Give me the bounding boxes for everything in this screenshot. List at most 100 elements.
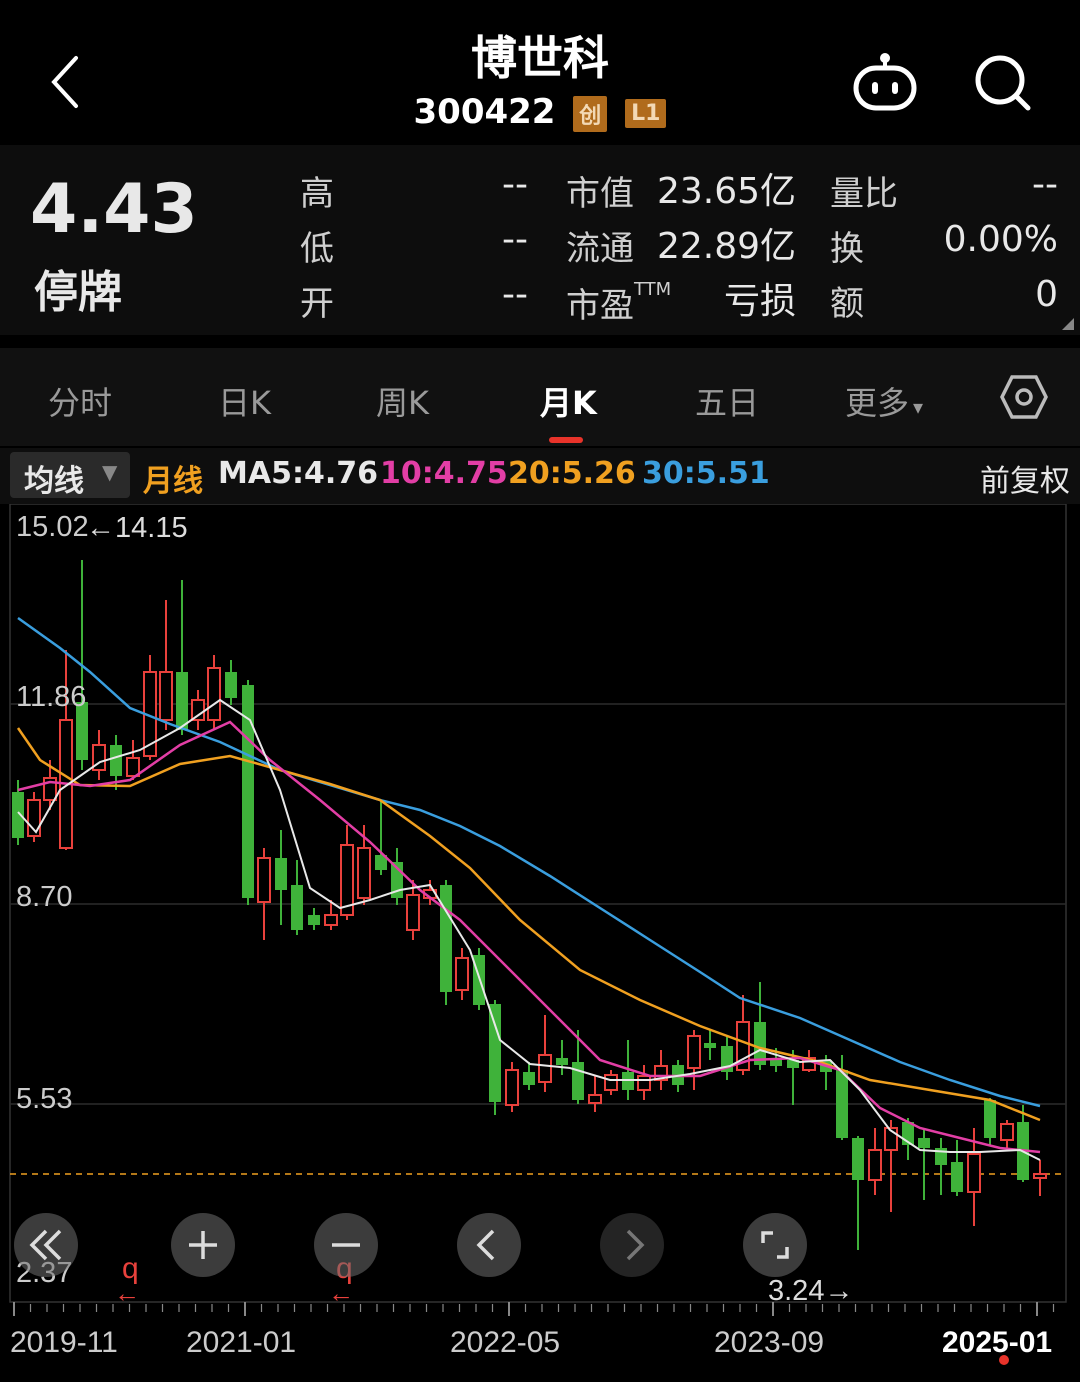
- ma20-value: 20:5.26: [508, 456, 636, 491]
- ma30-value: 30:5.51: [642, 456, 770, 491]
- candle-up: [455, 957, 469, 991]
- rewind-button[interactable]: [14, 1213, 78, 1277]
- kline-chart[interactable]: 15.02 ←14.15 11.86 8.70 5.53 2.37 3.24→ …: [0, 504, 1080, 1382]
- candle-up: [406, 894, 420, 931]
- svg-text:←: ←: [114, 1278, 140, 1308]
- last-price: 4.43: [30, 170, 198, 249]
- indicator-dropdown[interactable]: 均线 ▼: [10, 452, 130, 499]
- amount-value: 0: [1035, 274, 1058, 315]
- candle-up: [159, 671, 173, 721]
- y-tick-label: 15.02: [16, 511, 89, 543]
- candle-down: [852, 1138, 864, 1180]
- period-tabs: 分时 日K 周K 月K 五日 更多 ▾: [0, 348, 1080, 446]
- candle-down: [836, 1070, 848, 1138]
- turnover-label: 换: [830, 229, 864, 269]
- tab-weekly-k[interactable]: 周K: [376, 378, 429, 424]
- zoom-in-button[interactable]: [171, 1213, 235, 1277]
- candle-down: [523, 1072, 535, 1085]
- candle-up: [505, 1069, 519, 1106]
- pe-value: 亏损: [723, 281, 796, 322]
- chart-frame: [9, 504, 1067, 1303]
- candle-down: [556, 1058, 568, 1065]
- assistant-robot-icon[interactable]: [850, 52, 920, 112]
- candle-up: [191, 699, 205, 721]
- candle-down: [110, 745, 122, 776]
- candle-up: [538, 1054, 552, 1083]
- min-price-marker: 3.24→: [768, 1275, 853, 1307]
- float-cap-label: 流通: [566, 229, 634, 269]
- low-value: --: [502, 219, 528, 260]
- prev-button[interactable]: [457, 1213, 521, 1277]
- market-cap-label: 市值: [566, 174, 634, 214]
- candle-down: [176, 672, 188, 730]
- x-tick-label: 2022-05: [450, 1326, 560, 1359]
- x-axis-ticks: [13, 1302, 1055, 1316]
- open-label: 开: [300, 284, 334, 324]
- period-label: 月线: [143, 464, 203, 499]
- candle-up: [1000, 1123, 1014, 1141]
- candle-down: [951, 1162, 963, 1192]
- max-price-marker: ←14.15: [86, 512, 188, 544]
- board-tag: 创: [573, 95, 608, 132]
- candle-up: [324, 914, 338, 926]
- svg-text:←: ←: [328, 1278, 354, 1308]
- candle-down: [12, 792, 24, 838]
- candle-up: [207, 667, 221, 721]
- indicator-dropdown-label: 均线: [24, 464, 84, 499]
- fullscreen-button[interactable]: [743, 1213, 807, 1277]
- tab-monthly-k[interactable]: 月K: [540, 378, 597, 424]
- open-value: --: [502, 274, 528, 315]
- volume-ratio-label: 量比: [830, 174, 898, 214]
- x-tick-label-current: 2025-01: [942, 1326, 1052, 1359]
- y-tick-label: 8.70: [16, 881, 72, 913]
- candle-down: [275, 858, 287, 890]
- low-label: 低: [300, 229, 334, 269]
- settings-icon[interactable]: [1000, 374, 1048, 424]
- tab-more[interactable]: 更多 ▾: [845, 378, 923, 424]
- candle-up: [604, 1074, 618, 1091]
- volume-ratio-value: --: [1032, 164, 1058, 205]
- candle-down: [225, 672, 237, 698]
- rewind-icon: [29, 1229, 62, 1261]
- candle-down: [704, 1043, 716, 1048]
- ma20-line: [16, 727, 1041, 1122]
- zoom-out-button[interactable]: [314, 1213, 378, 1277]
- candle-down: [918, 1138, 930, 1148]
- high-value: --: [502, 164, 528, 205]
- candle-up: [1033, 1173, 1047, 1179]
- ma5-value: MA5:4.76: [218, 456, 378, 491]
- next-button[interactable]: [600, 1213, 664, 1277]
- tab-daily-k[interactable]: 日K: [218, 378, 271, 424]
- stock-code: 300422: [413, 92, 556, 132]
- candle-up: [588, 1094, 602, 1104]
- prev-icon: [476, 1229, 495, 1261]
- float-cap-value: 22.89亿: [656, 226, 796, 267]
- adjust-mode-button[interactable]: 前复权: [980, 456, 1070, 500]
- amount-label: 额: [830, 284, 864, 324]
- tab-intraday[interactable]: 分时: [48, 378, 112, 424]
- candle-up: [687, 1035, 701, 1069]
- candle-down: [489, 1004, 501, 1102]
- tab-five-day[interactable]: 五日: [695, 378, 759, 424]
- candle-up: [967, 1153, 981, 1193]
- candle-down: [984, 1100, 996, 1138]
- search-icon[interactable]: [972, 52, 1034, 114]
- candlesticks: [12, 560, 1047, 1250]
- x-tick-label: 2019-11: [10, 1326, 118, 1359]
- candle-down: [308, 915, 320, 925]
- active-tab-indicator: [549, 437, 583, 443]
- dropdown-caret-icon: ▼: [102, 460, 118, 484]
- zoom-out-icon: [332, 1243, 360, 1247]
- high-label: 高: [300, 174, 334, 214]
- caret-down-icon: ▾: [913, 395, 924, 419]
- candle-down: [291, 885, 303, 930]
- zoom-in-icon: [189, 1231, 217, 1259]
- turnover-value: 0.00%: [943, 219, 1058, 260]
- expand-corner-icon[interactable]: [1062, 318, 1074, 330]
- candle-up: [126, 757, 140, 777]
- x-tick-label: 2021-01: [186, 1326, 296, 1359]
- x-tick-label: 2023-09: [714, 1326, 824, 1359]
- candle-up: [257, 857, 271, 903]
- level-tag: L1: [625, 99, 667, 128]
- candle-down: [440, 885, 452, 992]
